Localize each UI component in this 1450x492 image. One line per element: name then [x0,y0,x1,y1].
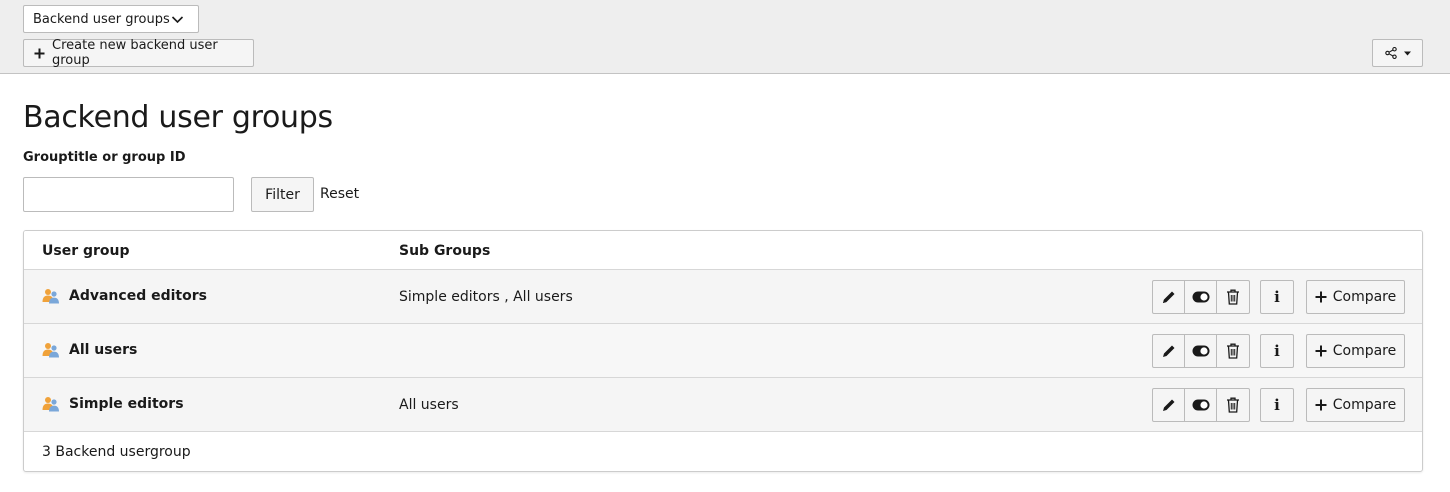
doc-header: Backend user groups Create new backend u… [0,0,1450,74]
group-name-cell: All users [42,342,137,358]
info-icon: i [1274,342,1280,360]
usergroup-icon[interactable] [42,396,60,412]
filter-input[interactable] [23,177,234,212]
trash-icon [1226,289,1240,305]
group-name-cell: Advanced editors [42,288,207,304]
column-header-user-group: User group [42,243,130,259]
info-icon: i [1274,288,1280,306]
table-row: Simple editors All users i Compare [24,378,1422,432]
plus-icon [34,48,45,59]
edit-button[interactable] [1153,281,1185,313]
filter-label: Grouptitle or group ID [23,150,186,165]
share-icon [1384,47,1397,59]
column-header-sub-groups: Sub Groups [399,243,491,259]
chevron-down-icon [171,13,184,26]
info-button[interactable]: i [1260,334,1294,368]
compare-button[interactable]: Compare [1306,280,1405,314]
page-title: Backend user groups [23,100,333,135]
plus-icon [1315,345,1327,357]
filter-button[interactable]: Filter [251,177,314,212]
usergroup-icon[interactable] [42,288,60,304]
group-name-cell: Simple editors [42,396,184,412]
pencil-icon [1161,289,1177,305]
toggle-visibility-button[interactable] [1185,281,1217,313]
compare-label: Compare [1332,289,1397,305]
table-footer-count: 3 Backend usergroup [42,444,191,460]
table-row: All users i Compare [24,324,1422,378]
compare-label: Compare [1332,397,1397,413]
module-select-value: Backend user groups [33,11,170,27]
pencil-icon [1161,343,1177,359]
toggle-visibility-button[interactable] [1185,389,1217,421]
table-row: Advanced editors Simple editors , All us… [24,270,1422,324]
toggle-icon [1192,345,1210,357]
compare-button[interactable]: Compare [1306,388,1405,422]
edit-button[interactable] [1153,335,1185,367]
row-action-group [1152,388,1250,422]
table-header: User group Sub Groups [24,231,1422,270]
toggle-visibility-button[interactable] [1185,335,1217,367]
trash-icon [1226,397,1240,413]
compare-label: Compare [1332,343,1397,359]
delete-button[interactable] [1217,335,1249,367]
share-button[interactable] [1372,39,1423,67]
row-action-group [1152,280,1250,314]
trash-icon [1226,343,1240,359]
row-action-group [1152,334,1250,368]
delete-button[interactable] [1217,389,1249,421]
module-select[interactable]: Backend user groups [23,5,199,33]
info-button[interactable]: i [1260,388,1294,422]
create-group-button[interactable]: Create new backend user group [23,38,254,68]
reset-link[interactable]: Reset [320,186,359,202]
subgroups-cell: Simple editors , All users [399,289,573,305]
create-group-label: Create new backend user group [52,38,218,68]
edit-button[interactable] [1153,389,1185,421]
info-icon: i [1274,396,1280,414]
plus-icon [1315,291,1327,303]
usergroup-icon[interactable] [42,342,60,358]
subgroups-cell: All users [399,397,459,413]
caret-down-icon [1403,51,1411,56]
compare-button[interactable]: Compare [1306,334,1405,368]
delete-button[interactable] [1217,281,1249,313]
toggle-icon [1192,291,1210,303]
plus-icon [1315,399,1327,411]
info-button[interactable]: i [1260,280,1294,314]
pencil-icon [1161,397,1177,413]
group-name[interactable]: All users [69,342,137,358]
toggle-icon [1192,399,1210,411]
group-name[interactable]: Simple editors [69,396,184,412]
user-groups-table: User group Sub Groups Advanced editors S… [23,230,1423,472]
group-name[interactable]: Advanced editors [69,288,207,304]
